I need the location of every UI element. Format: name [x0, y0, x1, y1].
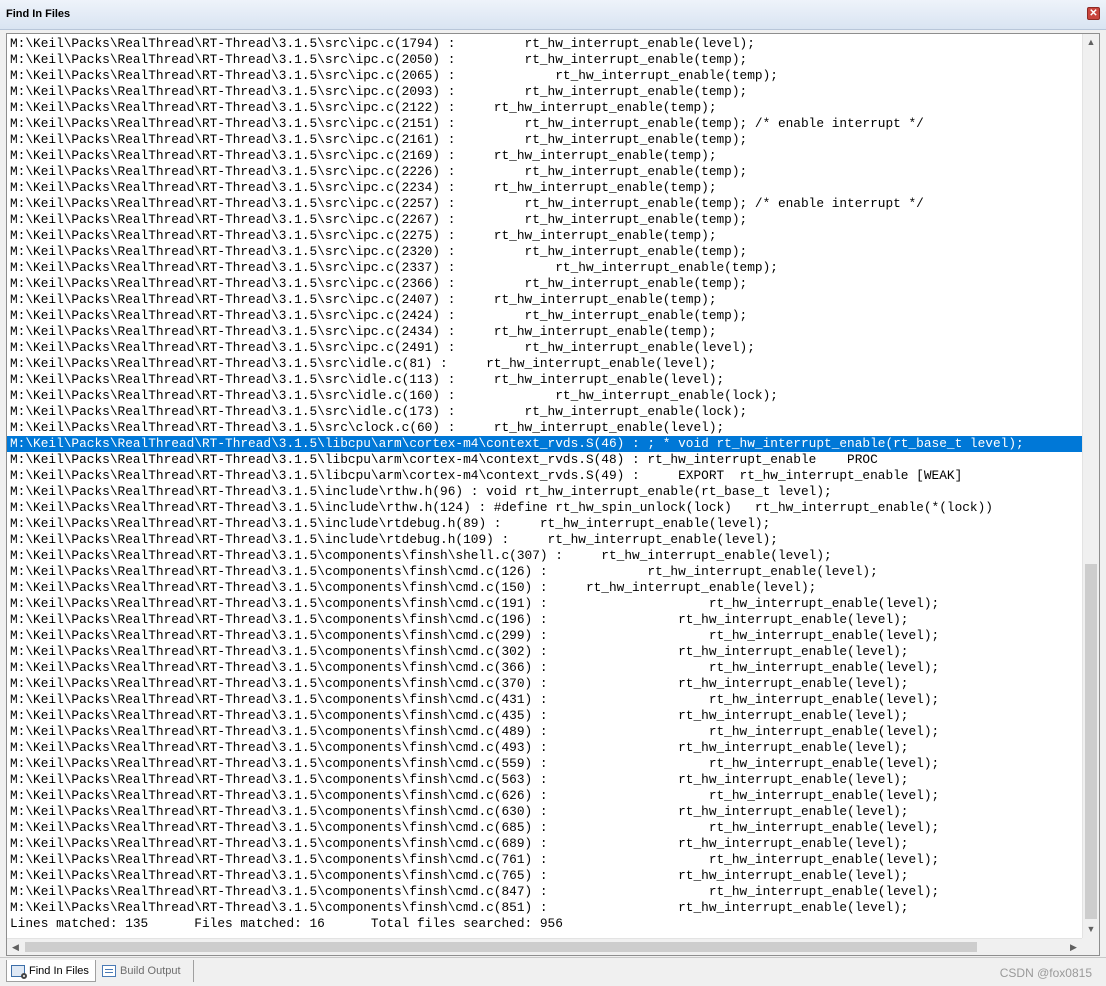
- result-line[interactable]: M:\Keil\Packs\RealThread\RT-Thread\3.1.5…: [7, 100, 1082, 116]
- result-line[interactable]: M:\Keil\Packs\RealThread\RT-Thread\3.1.5…: [7, 420, 1082, 436]
- result-line[interactable]: M:\Keil\Packs\RealThread\RT-Thread\3.1.5…: [7, 36, 1082, 52]
- bottom-tab-bar: Find In Files Build Output CSDN @fox0815: [0, 957, 1106, 986]
- scroll-right-icon[interactable]: ▶: [1065, 939, 1082, 955]
- tab-build-output[interactable]: Build Output: [98, 960, 194, 982]
- result-line[interactable]: M:\Keil\Packs\RealThread\RT-Thread\3.1.5…: [7, 852, 1082, 868]
- result-line[interactable]: M:\Keil\Packs\RealThread\RT-Thread\3.1.5…: [7, 660, 1082, 676]
- result-line[interactable]: M:\Keil\Packs\RealThread\RT-Thread\3.1.5…: [7, 196, 1082, 212]
- result-line[interactable]: M:\Keil\Packs\RealThread\RT-Thread\3.1.5…: [7, 276, 1082, 292]
- result-line[interactable]: M:\Keil\Packs\RealThread\RT-Thread\3.1.5…: [7, 788, 1082, 804]
- summary-line: Lines matched: 135 Files matched: 16 Tot…: [10, 916, 563, 931]
- result-line[interactable]: M:\Keil\Packs\RealThread\RT-Thread\3.1.5…: [7, 772, 1082, 788]
- horizontal-scroll-thumb[interactable]: [25, 942, 977, 952]
- panel-title: Find In Files: [6, 8, 71, 20]
- results-list[interactable]: M:\Keil\Packs\RealThread\RT-Thread\3.1.5…: [7, 36, 1082, 936]
- result-line[interactable]: M:\Keil\Packs\RealThread\RT-Thread\3.1.5…: [7, 596, 1082, 612]
- result-line[interactable]: M:\Keil\Packs\RealThread\RT-Thread\3.1.5…: [7, 308, 1082, 324]
- tab-label: Build Output: [120, 965, 181, 977]
- result-line[interactable]: M:\Keil\Packs\RealThread\RT-Thread\3.1.5…: [7, 500, 1082, 516]
- result-line[interactable]: M:\Keil\Packs\RealThread\RT-Thread\3.1.5…: [7, 52, 1082, 68]
- close-button[interactable]: ✕: [1087, 7, 1100, 20]
- tab-label: Find In Files: [29, 964, 89, 977]
- panel-titlebar: Find In Files ✕: [0, 0, 1106, 30]
- result-line[interactable]: M:\Keil\Packs\RealThread\RT-Thread\3.1.5…: [7, 356, 1082, 372]
- result-line[interactable]: M:\Keil\Packs\RealThread\RT-Thread\3.1.5…: [7, 244, 1082, 260]
- tab-find-in-files[interactable]: Find In Files: [6, 960, 96, 982]
- result-line[interactable]: M:\Keil\Packs\RealThread\RT-Thread\3.1.5…: [7, 116, 1082, 132]
- result-line[interactable]: M:\Keil\Packs\RealThread\RT-Thread\3.1.5…: [7, 372, 1082, 388]
- find-results-panel: M:\Keil\Packs\RealThread\RT-Thread\3.1.5…: [6, 33, 1100, 956]
- result-line[interactable]: M:\Keil\Packs\RealThread\RT-Thread\3.1.5…: [7, 692, 1082, 708]
- result-line[interactable]: M:\Keil\Packs\RealThread\RT-Thread\3.1.5…: [7, 756, 1082, 772]
- scroll-down-icon[interactable]: ▼: [1083, 921, 1099, 938]
- result-line[interactable]: M:\Keil\Packs\RealThread\RT-Thread\3.1.5…: [7, 836, 1082, 852]
- horizontal-scrollbar[interactable]: ◀ ▶: [7, 938, 1082, 955]
- result-line[interactable]: M:\Keil\Packs\RealThread\RT-Thread\3.1.5…: [7, 900, 1082, 916]
- result-line[interactable]: M:\Keil\Packs\RealThread\RT-Thread\3.1.5…: [7, 884, 1082, 900]
- result-line[interactable]: M:\Keil\Packs\RealThread\RT-Thread\3.1.5…: [7, 820, 1082, 836]
- result-line[interactable]: M:\Keil\Packs\RealThread\RT-Thread\3.1.5…: [7, 132, 1082, 148]
- result-line[interactable]: M:\Keil\Packs\RealThread\RT-Thread\3.1.5…: [7, 452, 1082, 468]
- build-output-icon: [102, 965, 116, 977]
- result-line[interactable]: M:\Keil\Packs\RealThread\RT-Thread\3.1.5…: [7, 868, 1082, 884]
- scroll-up-icon[interactable]: ▲: [1083, 34, 1099, 51]
- find-in-files-icon: [11, 964, 27, 979]
- result-line[interactable]: M:\Keil\Packs\RealThread\RT-Thread\3.1.5…: [7, 612, 1082, 628]
- result-line[interactable]: M:\Keil\Packs\RealThread\RT-Thread\3.1.5…: [7, 292, 1082, 308]
- result-line[interactable]: M:\Keil\Packs\RealThread\RT-Thread\3.1.5…: [7, 180, 1082, 196]
- result-line[interactable]: M:\Keil\Packs\RealThread\RT-Thread\3.1.5…: [7, 516, 1082, 532]
- result-line[interactable]: M:\Keil\Packs\RealThread\RT-Thread\3.1.5…: [7, 548, 1082, 564]
- result-line[interactable]: M:\Keil\Packs\RealThread\RT-Thread\3.1.5…: [7, 436, 1082, 452]
- result-line[interactable]: M:\Keil\Packs\RealThread\RT-Thread\3.1.5…: [7, 164, 1082, 180]
- result-line[interactable]: M:\Keil\Packs\RealThread\RT-Thread\3.1.5…: [7, 708, 1082, 724]
- result-line[interactable]: M:\Keil\Packs\RealThread\RT-Thread\3.1.5…: [7, 340, 1082, 356]
- watermark: CSDN @fox0815: [999, 966, 1092, 980]
- result-line[interactable]: M:\Keil\Packs\RealThread\RT-Thread\3.1.5…: [7, 212, 1082, 228]
- vertical-scroll-thumb[interactable]: [1085, 564, 1097, 919]
- result-line[interactable]: M:\Keil\Packs\RealThread\RT-Thread\3.1.5…: [7, 532, 1082, 548]
- result-line[interactable]: M:\Keil\Packs\RealThread\RT-Thread\3.1.5…: [7, 404, 1082, 420]
- result-line[interactable]: M:\Keil\Packs\RealThread\RT-Thread\3.1.5…: [7, 228, 1082, 244]
- vertical-scrollbar[interactable]: ▲ ▼: [1082, 34, 1099, 938]
- result-line[interactable]: M:\Keil\Packs\RealThread\RT-Thread\3.1.5…: [7, 628, 1082, 644]
- result-line[interactable]: M:\Keil\Packs\RealThread\RT-Thread\3.1.5…: [7, 148, 1082, 164]
- result-line[interactable]: M:\Keil\Packs\RealThread\RT-Thread\3.1.5…: [7, 324, 1082, 340]
- scroll-left-icon[interactable]: ◀: [7, 939, 24, 955]
- result-line[interactable]: M:\Keil\Packs\RealThread\RT-Thread\3.1.5…: [7, 260, 1082, 276]
- result-line[interactable]: M:\Keil\Packs\RealThread\RT-Thread\3.1.5…: [7, 468, 1082, 484]
- close-icon: ✕: [1089, 8, 1098, 19]
- result-line[interactable]: M:\Keil\Packs\RealThread\RT-Thread\3.1.5…: [7, 484, 1082, 500]
- result-line[interactable]: M:\Keil\Packs\RealThread\RT-Thread\3.1.5…: [7, 580, 1082, 596]
- result-line[interactable]: M:\Keil\Packs\RealThread\RT-Thread\3.1.5…: [7, 68, 1082, 84]
- result-line[interactable]: M:\Keil\Packs\RealThread\RT-Thread\3.1.5…: [7, 724, 1082, 740]
- result-line[interactable]: M:\Keil\Packs\RealThread\RT-Thread\3.1.5…: [7, 804, 1082, 820]
- scrollbar-corner: [1082, 938, 1099, 955]
- result-line[interactable]: M:\Keil\Packs\RealThread\RT-Thread\3.1.5…: [7, 388, 1082, 404]
- result-line[interactable]: M:\Keil\Packs\RealThread\RT-Thread\3.1.5…: [7, 740, 1082, 756]
- result-line[interactable]: M:\Keil\Packs\RealThread\RT-Thread\3.1.5…: [7, 84, 1082, 100]
- result-line[interactable]: M:\Keil\Packs\RealThread\RT-Thread\3.1.5…: [7, 676, 1082, 692]
- result-line[interactable]: M:\Keil\Packs\RealThread\RT-Thread\3.1.5…: [7, 644, 1082, 660]
- result-line[interactable]: M:\Keil\Packs\RealThread\RT-Thread\3.1.5…: [7, 564, 1082, 580]
